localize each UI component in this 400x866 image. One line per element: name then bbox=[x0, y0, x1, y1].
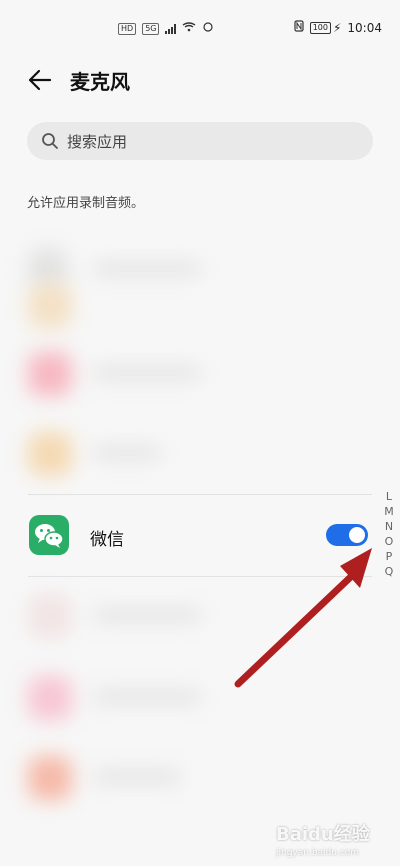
alpha-index-letter[interactable]: O bbox=[385, 535, 394, 548]
wechat-microphone-toggle[interactable] bbox=[326, 524, 368, 546]
search-input[interactable]: 搜索应用 bbox=[27, 122, 373, 160]
status-bar: HD 5G 100 ⚡ 10:04 bbox=[0, 0, 400, 58]
charging-icon: ⚡ bbox=[332, 20, 342, 35]
blurred-app-label bbox=[92, 690, 202, 704]
blurred-app-icon bbox=[28, 594, 72, 638]
page-header: 麦克风 bbox=[0, 58, 400, 104]
blurred-app-icon bbox=[28, 676, 72, 720]
hd-badge: HD bbox=[118, 22, 137, 35]
blurred-app-row bbox=[0, 336, 400, 414]
blurred-app-label bbox=[92, 366, 202, 380]
blurred-app-label bbox=[92, 446, 162, 460]
wifi-icon bbox=[182, 22, 196, 35]
battery-level: 100 bbox=[309, 21, 331, 34]
search-icon bbox=[42, 133, 58, 149]
status-left: HD 5G bbox=[118, 22, 224, 35]
page-title: 麦克风 bbox=[70, 70, 130, 94]
blurred-app-icon bbox=[28, 284, 72, 328]
alpha-index-letter[interactable]: L bbox=[386, 490, 392, 503]
wechat-app-icon bbox=[29, 515, 69, 555]
battery-indicator: 100 ⚡ bbox=[309, 20, 342, 35]
back-arrow-icon bbox=[28, 69, 52, 91]
alphabet-index[interactable]: L M N O P Q bbox=[382, 490, 396, 578]
divider bbox=[28, 576, 372, 577]
blurred-app-row bbox=[0, 268, 400, 346]
watermark: Baidu经验 jingyan.baidu.com bbox=[276, 820, 386, 860]
alpha-index-letter[interactable]: P bbox=[386, 550, 393, 563]
vpn-icon bbox=[202, 22, 214, 35]
alpha-index-letter[interactable]: M bbox=[384, 505, 394, 518]
alpha-index-letter[interactable]: Q bbox=[385, 565, 394, 578]
blurred-app-icon bbox=[28, 756, 72, 800]
back-button[interactable] bbox=[26, 66, 54, 94]
nfc-icon bbox=[294, 20, 304, 35]
app-name-wechat: 微信 bbox=[90, 530, 124, 550]
blurred-app-label bbox=[92, 608, 202, 622]
blurred-app-label bbox=[92, 770, 182, 784]
watermark-title: Baidu经验 bbox=[276, 824, 370, 845]
toggle-knob bbox=[349, 527, 365, 543]
section-hint: 允许应用录制音频。 bbox=[27, 196, 145, 211]
divider bbox=[28, 494, 372, 495]
5g-badge: 5G bbox=[142, 22, 160, 35]
blurred-app-icon bbox=[28, 352, 72, 396]
blurred-app-icon bbox=[28, 432, 72, 476]
signal-icon bbox=[165, 23, 177, 34]
blurred-app-row bbox=[0, 578, 400, 656]
status-right: 100 ⚡ 10:04 bbox=[294, 20, 382, 35]
watermark-subtitle: jingyan.baidu.com bbox=[276, 848, 360, 858]
blurred-app-row bbox=[0, 740, 400, 818]
clock: 10:04 bbox=[347, 20, 382, 35]
blurred-app-row bbox=[0, 660, 400, 738]
search-placeholder: 搜索应用 bbox=[67, 132, 128, 151]
blurred-app-row bbox=[0, 416, 400, 494]
alpha-index-letter[interactable]: N bbox=[385, 520, 393, 533]
